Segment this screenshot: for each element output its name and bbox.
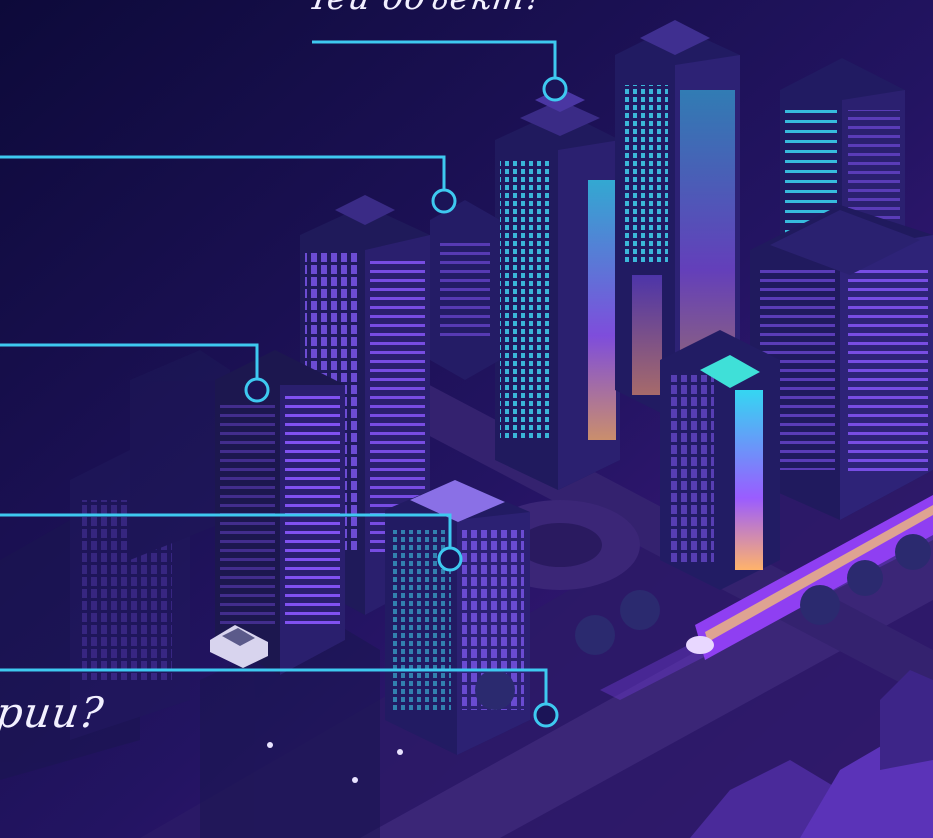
building-mid-small <box>430 200 500 380</box>
callout-pin-icon <box>437 546 463 572</box>
isometric-city-illustration <box>0 0 933 838</box>
caption-question-top: Чей объект? <box>297 0 548 18</box>
building-lit-center <box>385 480 530 755</box>
callout-pin-icon <box>533 702 559 728</box>
building-crown-tower <box>660 330 780 590</box>
building-tower-cyan <box>495 88 620 490</box>
callout-pin-icon <box>244 377 270 403</box>
callout-pin-icon <box>542 76 568 102</box>
callout-pin-icon <box>431 188 457 214</box>
caption-question-bottom: рии? <box>0 688 107 737</box>
